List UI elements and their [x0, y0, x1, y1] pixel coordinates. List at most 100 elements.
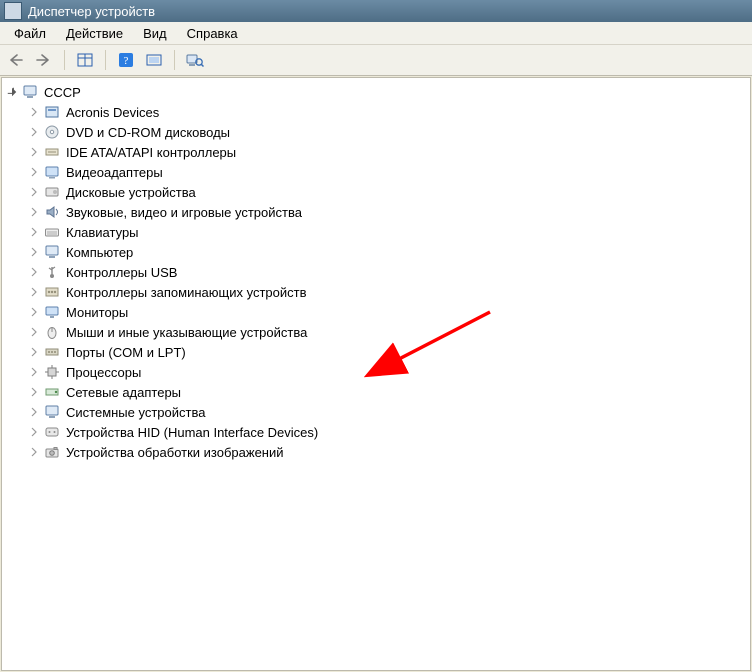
root-label: СССР — [42, 84, 83, 101]
expander-closed-icon[interactable] — [28, 266, 40, 278]
tree-item[interactable]: Мыши и иные указывающие устройства — [28, 322, 750, 342]
device-category-icon — [44, 444, 60, 460]
computer-icon — [22, 84, 38, 100]
tree-item[interactable]: Контроллеры запоминающих устройств — [28, 282, 750, 302]
expander-closed-icon[interactable] — [28, 406, 40, 418]
toolbar-sep — [174, 50, 175, 70]
app-icon — [4, 2, 22, 20]
tree-root[interactable]: СССР — [6, 82, 750, 102]
grid-icon — [77, 52, 93, 68]
expander-closed-icon[interactable] — [28, 166, 40, 178]
tree-item-label: Системные устройства — [64, 404, 207, 421]
tree-item[interactable]: Клавиатуры — [28, 222, 750, 242]
tree-item-label: Контроллеры запоминающих устройств — [64, 284, 308, 301]
device-category-icon — [44, 104, 60, 120]
menu-help[interactable]: Справка — [177, 24, 248, 43]
tree-item-label: Порты (COM и LPT) — [64, 344, 188, 361]
device-category-icon — [44, 224, 60, 240]
tree-item-label: Контроллеры USB — [64, 264, 179, 281]
help-icon: ? — [118, 52, 134, 68]
menu-file[interactable]: Файл — [4, 24, 56, 43]
device-category-icon — [44, 124, 60, 140]
tree-item-label: Сетевые адаптеры — [64, 384, 183, 401]
expander-closed-icon[interactable] — [28, 246, 40, 258]
tree-item-label: Компьютер — [64, 244, 135, 261]
tree-item-label: Мыши и иные указывающие устройства — [64, 324, 309, 341]
properties-button[interactable] — [185, 50, 205, 70]
expander-closed-icon[interactable] — [28, 126, 40, 138]
toolbar-sep — [64, 50, 65, 70]
show-hidden-button[interactable] — [75, 50, 95, 70]
tree-item-label: DVD и CD-ROM дисководы — [64, 124, 232, 141]
expander-closed-icon[interactable] — [28, 146, 40, 158]
tree-children: Acronis Devices DVD и CD-ROM дисководы IDE… — [6, 102, 750, 462]
device-category-icon — [44, 264, 60, 280]
tree-item-label: Видеоадаптеры — [64, 164, 165, 181]
expander-closed-icon[interactable] — [28, 366, 40, 378]
device-category-icon — [44, 144, 60, 160]
expander-closed-icon[interactable] — [28, 326, 40, 338]
device-category-icon — [44, 424, 60, 440]
device-category-icon — [44, 204, 60, 220]
tree-item[interactable]: Контроллеры USB — [28, 262, 750, 282]
device-category-icon — [44, 244, 60, 260]
scan-icon — [146, 52, 162, 68]
forward-button[interactable] — [34, 50, 54, 70]
tree-item[interactable]: Порты (COM и LPT) — [28, 342, 750, 362]
tree-item[interactable]: Устройства обработки изображений — [28, 442, 750, 462]
device-category-icon — [44, 164, 60, 180]
expander-closed-icon[interactable] — [28, 186, 40, 198]
menu-view[interactable]: Вид — [133, 24, 177, 43]
tree-item[interactable]: Системные устройства — [28, 402, 750, 422]
tree-panel: СССР Acronis Devices DVD и CD-ROM дисково… — [1, 77, 751, 671]
tree-item[interactable]: Компьютер — [28, 242, 750, 262]
tree-item[interactable]: Видеоадаптеры — [28, 162, 750, 182]
menu-action[interactable]: Действие — [56, 24, 133, 43]
tree-item-label: IDE ATA/ATAPI контроллеры — [64, 144, 238, 161]
tree-item[interactable]: Звуковые, видео и игровые устройства — [28, 202, 750, 222]
device-category-icon — [44, 404, 60, 420]
tree-item-label: Мониторы — [64, 304, 130, 321]
tree-item[interactable]: IDE ATA/ATAPI контроллеры — [28, 142, 750, 162]
device-category-icon — [44, 304, 60, 320]
tree-item[interactable]: Устройства HID (Human Interface Devices) — [28, 422, 750, 442]
help-button[interactable]: ? — [116, 50, 136, 70]
svg-text:?: ? — [124, 55, 129, 67]
back-button[interactable] — [6, 50, 26, 70]
tree-item-label: Acronis Devices — [64, 104, 161, 121]
titlebar: Диспетчер устройств — [0, 0, 752, 22]
toolbar-sep — [105, 50, 106, 70]
device-manager-window: Диспетчер устройств Файл Действие Вид Сп… — [0, 0, 752, 672]
tree-item-label: Процессоры — [64, 364, 143, 381]
tree-item[interactable]: Сетевые адаптеры — [28, 382, 750, 402]
device-category-icon — [44, 344, 60, 360]
device-category-icon — [44, 364, 60, 380]
menubar: Файл Действие Вид Справка — [0, 22, 752, 45]
tree-item[interactable]: Дисковые устройства — [28, 182, 750, 202]
expander-closed-icon[interactable] — [28, 206, 40, 218]
tree-item[interactable]: Мониторы — [28, 302, 750, 322]
device-category-icon — [44, 284, 60, 300]
expander-closed-icon[interactable] — [28, 106, 40, 118]
expander-closed-icon[interactable] — [28, 386, 40, 398]
expander-closed-icon[interactable] — [28, 286, 40, 298]
computer-search-icon — [186, 52, 204, 68]
scan-hardware-button[interactable] — [144, 50, 164, 70]
window-title: Диспетчер устройств — [28, 4, 155, 19]
expander-closed-icon[interactable] — [28, 426, 40, 438]
toolbar: ? — [0, 45, 752, 76]
arrow-right-icon — [36, 53, 52, 67]
tree-item[interactable]: Acronis Devices — [28, 102, 750, 122]
expander-closed-icon[interactable] — [28, 226, 40, 238]
tree-item-label: Устройства HID (Human Interface Devices) — [64, 424, 320, 441]
tree-item-label: Клавиатуры — [64, 224, 141, 241]
device-category-icon — [44, 324, 60, 340]
device-tree: СССР Acronis Devices DVD и CD-ROM дисково… — [2, 78, 750, 462]
device-category-icon — [44, 384, 60, 400]
tree-item[interactable]: Процессоры — [28, 362, 750, 382]
expander-closed-icon[interactable] — [28, 346, 40, 358]
tree-item[interactable]: DVD и CD-ROM дисководы — [28, 122, 750, 142]
expander-closed-icon[interactable] — [28, 306, 40, 318]
expander-closed-icon[interactable] — [28, 446, 40, 458]
expander-open-icon[interactable] — [6, 86, 18, 98]
